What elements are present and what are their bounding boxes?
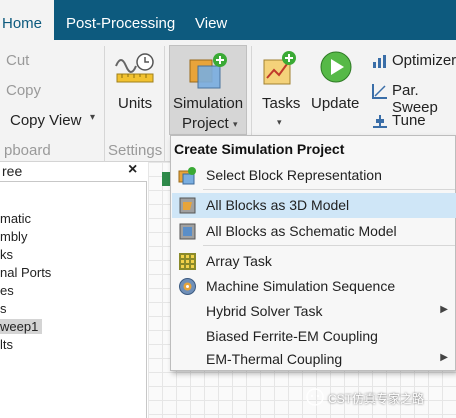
tab-post-processing[interactable]: Post-Processing (66, 0, 175, 40)
chevron-down-icon: ▾ (90, 112, 96, 123)
navigation-tree-panel (0, 162, 147, 418)
units-button[interactable]: Units (118, 95, 152, 112)
tab-view[interactable]: View (195, 0, 227, 40)
cut-button[interactable]: Cut (6, 52, 29, 69)
menu-item-biased-ferrite-em-coupling[interactable]: Biased Ferrite-EM Coupling (172, 324, 456, 349)
par-sweep-button[interactable]: Par. Sweep (392, 82, 456, 116)
menu-item-label: Select Block Representation (206, 167, 382, 183)
simulation-project-label-2: Project (182, 115, 229, 132)
menu-item-label: All Blocks as Schematic Model (206, 223, 397, 239)
menu-item-em-thermal-coupling[interactable]: EM-Thermal Coupling ▶ (172, 347, 456, 372)
tree-item[interactable]: lts (0, 337, 13, 352)
tasks-icon (262, 50, 298, 86)
tree-search-field[interactable]: ree × (0, 161, 147, 182)
optimizer-icon (371, 52, 389, 70)
submenu-arrow-icon: ▶ (440, 352, 448, 363)
array-task-icon (178, 252, 197, 271)
simulation-project-icon (187, 52, 229, 90)
menu-item-all-blocks-schematic-model[interactable]: All Blocks as Schematic Model (172, 219, 456, 244)
tree-item[interactable]: mbly (0, 229, 27, 244)
tree-search-input[interactable]: ree (2, 163, 22, 179)
machine-simulation-icon (178, 277, 197, 296)
tree-item-selected[interactable]: weep1 (0, 319, 43, 334)
tree-item[interactable]: nal Ports (0, 265, 51, 280)
menu-item-label: Machine Simulation Sequence (206, 278, 396, 294)
ribbon-separator (104, 46, 105, 162)
wechat-logo-icon (306, 388, 324, 406)
menu-item-label: Array Task (206, 253, 272, 269)
units-icon (114, 50, 156, 84)
tree-item[interactable]: s (0, 301, 7, 316)
tune-icon (371, 112, 389, 130)
ribbon-separator (164, 46, 165, 162)
chevron-down-icon: ▾ (233, 119, 238, 129)
menu-item-select-block-representation[interactable]: Select Block Representation (172, 163, 456, 188)
menu-item-machine-simulation-sequence[interactable]: Machine Simulation Sequence (172, 274, 456, 299)
tree-item[interactable]: matic (0, 211, 31, 226)
menu-item-label: Biased Ferrite-EM Coupling (206, 328, 378, 344)
menu-item-all-blocks-3d-model[interactable]: All Blocks as 3D Model (172, 193, 456, 218)
simulation-project-label-1: Simulation (173, 95, 244, 112)
par-sweep-icon (371, 82, 389, 100)
block-representation-icon (178, 166, 197, 185)
3d-model-icon (178, 196, 197, 215)
close-icon[interactable]: × (128, 161, 137, 179)
update-icon (318, 50, 354, 86)
create-simulation-project-menu: Create Simulation Project Select Block R… (170, 135, 456, 371)
menu-title: Create Simulation Project (174, 141, 345, 157)
tab-home[interactable]: Home (0, 0, 54, 40)
tasks-button[interactable]: Tasks (262, 95, 300, 112)
schematic-model-icon (178, 222, 197, 241)
menu-item-label: Hybrid Solver Task (206, 303, 323, 319)
watermark-text: CST仿真专家之路 (328, 392, 425, 406)
tune-button[interactable]: Tune (392, 112, 426, 129)
settings-group-label: Settings (108, 142, 163, 159)
tree-item[interactable]: ks (0, 247, 13, 262)
tree-item[interactable]: es (0, 283, 14, 298)
menu-item-label: All Blocks as 3D Model (206, 197, 350, 213)
menu-item-array-task[interactable]: Array Task (172, 249, 456, 274)
copy-view-button[interactable]: Copy View (10, 112, 81, 129)
menu-item-label: EM-Thermal Coupling (206, 351, 343, 367)
update-button[interactable]: Update (311, 95, 359, 112)
copy-button[interactable]: Copy (6, 82, 41, 99)
menu-separator (203, 189, 455, 190)
menu-separator (203, 245, 455, 246)
clipboard-group-label: pboard (4, 142, 51, 159)
simulation-project-button[interactable]: Simulation Project ▾ (169, 45, 247, 135)
submenu-arrow-icon: ▶ (440, 304, 448, 315)
optimizer-button[interactable]: Optimizer (392, 52, 456, 69)
chevron-down-icon: ▾ (277, 117, 282, 127)
ribbon-tab-bar: Home Post-Processing View (0, 0, 456, 40)
menu-item-hybrid-solver-task[interactable]: Hybrid Solver Task ▶ (172, 299, 456, 324)
